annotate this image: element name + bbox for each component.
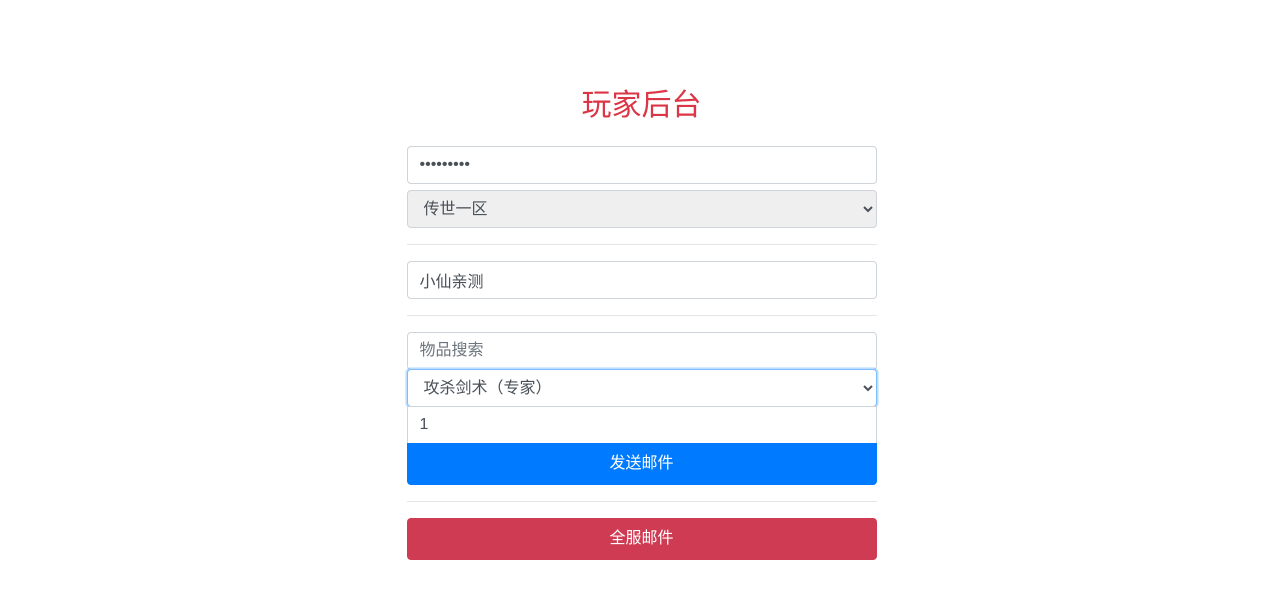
server-select[interactable]: 传世一区 [407, 190, 877, 228]
divider [407, 501, 877, 502]
character-name-input[interactable] [407, 261, 877, 299]
item-select[interactable]: 攻杀剑术（专家） [407, 369, 877, 407]
item-search-input[interactable] [407, 332, 877, 370]
send-mail-button[interactable]: 发送邮件 [407, 443, 877, 485]
admin-panel: 玩家后台 传世一区 攻杀剑术（专家） 发送邮件 全服邮件 [407, 0, 877, 560]
password-input[interactable] [407, 146, 877, 184]
divider [407, 315, 877, 316]
global-mail-button[interactable]: 全服邮件 [407, 518, 877, 560]
divider [407, 244, 877, 245]
quantity-input[interactable] [407, 406, 877, 444]
page-title: 玩家后台 [407, 80, 877, 124]
